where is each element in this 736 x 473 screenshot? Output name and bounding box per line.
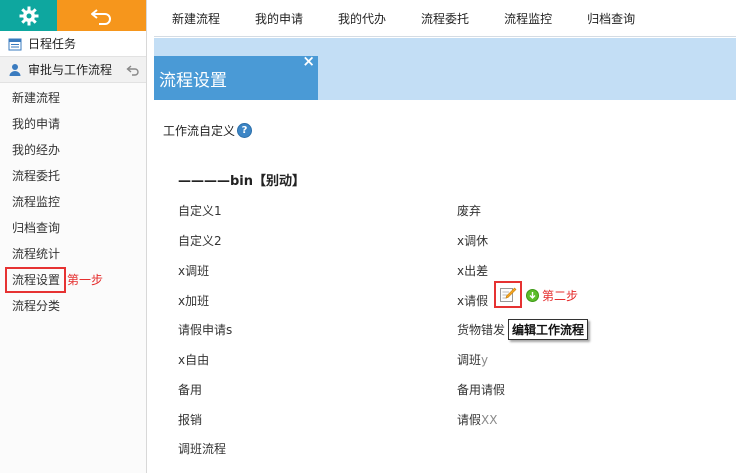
nav-archive[interactable]: 归档查询 (587, 10, 635, 27)
nav-monitor[interactable]: 流程监控 (504, 10, 552, 27)
main-content: 工作流自定义 ? ————bin【别动】 自定义1 自定义2 x调班 x加班 请… (154, 100, 736, 473)
workflow-item-label: 调班 (457, 353, 482, 367)
sidebar-section-schedule[interactable]: 日程任务 (0, 31, 146, 57)
settings-button[interactable] (0, 0, 57, 31)
workflow-item-suffix: XX (481, 413, 498, 427)
workflow-item[interactable]: 自定义1 (178, 202, 222, 219)
top-nav: 新建流程 我的申请 我的代办 流程委托 流程监控 归档查询 (154, 0, 736, 37)
nav-my-applications[interactable]: 我的申请 (255, 10, 303, 27)
workflow-item-label: x出差 (457, 264, 489, 278)
tab-title: 流程设置 (159, 71, 227, 91)
sidebar-item-label: 我的经办 (12, 143, 61, 157)
sidebar-item-settings[interactable]: 流程设置 第一步 (0, 267, 146, 293)
workflow-item[interactable]: x出差 (457, 262, 488, 279)
sidebar-item-label: 归档查询 (12, 221, 61, 235)
workflow-item[interactable]: 调班流程 (178, 440, 226, 457)
workflow-item-label: x请假 (457, 294, 489, 308)
nav-new-flow[interactable]: 新建流程 (172, 10, 220, 27)
edit-workflow-button[interactable] (494, 281, 522, 308)
user-workflow-icon (8, 63, 22, 77)
collapse-icon[interactable] (126, 64, 140, 76)
sidebar-item-label: 流程分类 (12, 299, 61, 313)
workflow-item[interactable]: x请假 (457, 292, 488, 309)
sidebar-item-archive[interactable]: 归档查询 (0, 215, 146, 241)
back-arrow-icon (90, 8, 111, 25)
workflow-item[interactable]: x调休 (457, 232, 488, 249)
sidebar-item-label: 流程监控 (12, 195, 61, 209)
green-arrow-icon (526, 289, 539, 302)
workflow-item-suffix: y (481, 353, 489, 367)
workflow-item[interactable]: x自由 (178, 351, 209, 368)
step2-annotation: 第二步 (526, 287, 578, 304)
sidebar-section-workflow[interactable]: 审批与工作流程 (0, 57, 146, 83)
nav-my-todo[interactable]: 我的代办 (338, 10, 386, 27)
workflow-item[interactable]: 废弃 (457, 202, 481, 219)
workflow-item-label: 备用请假 (457, 383, 506, 397)
sidebar-item-my-handled[interactable]: 我的经办 (0, 137, 146, 163)
workflow-item[interactable]: 备用请假 (457, 381, 505, 398)
sidebar-section-label: 日程任务 (28, 37, 77, 51)
workflow-item[interactable]: 货物错发 (457, 321, 505, 338)
workflow-item[interactable]: 自定义2 (178, 232, 222, 249)
sidebar: 日程任务 审批与工作流程 新建流程 我的申请 我的经办 流程委托 流程监控 归档… (0, 0, 147, 473)
sidebar-item-delegation[interactable]: 流程委托 (0, 163, 146, 189)
sidebar-item-new-flow[interactable]: 新建流程 (0, 85, 146, 111)
sidebar-item-label: 我的申请 (12, 117, 61, 131)
close-icon[interactable]: × (302, 52, 315, 70)
workflow-item-label: x调休 (457, 234, 489, 248)
workflow-item[interactable]: x加班 (178, 292, 209, 309)
workflow-item[interactable]: 调班y (457, 351, 488, 368)
sidebar-item-my-applications[interactable]: 我的申请 (0, 111, 146, 137)
edit-tooltip: 编辑工作流程 (508, 319, 589, 340)
calendar-icon (8, 37, 22, 51)
sidebar-item-label: 新建流程 (12, 91, 61, 105)
tab-flow-settings[interactable]: 流程设置 × (154, 52, 318, 100)
sidebar-item-label: 流程委托 (12, 169, 61, 183)
workflow-group-title: ————bin【别动】 (178, 174, 306, 189)
workflow-item-label: 货物错发 (457, 323, 506, 337)
gear-icon (19, 6, 38, 25)
workflow-item-label: 请假 (457, 413, 482, 427)
panel-header-band: 流程设置 × (154, 38, 736, 100)
nav-delegation[interactable]: 流程委托 (421, 10, 469, 27)
workflow-item[interactable]: 请假申请s (178, 321, 232, 338)
edit-icon (500, 287, 517, 302)
workflow-item[interactable]: 备用 (178, 381, 202, 398)
sidebar-item-monitor[interactable]: 流程监控 (0, 189, 146, 215)
sidebar-item-categories[interactable]: 流程分类 (0, 293, 146, 319)
help-icon[interactable]: ? (237, 123, 253, 138)
back-button[interactable] (57, 0, 146, 31)
sidebar-section-label: 审批与工作流程 (28, 63, 113, 77)
workflow-item[interactable]: 请假XX (457, 411, 497, 428)
workflow-item[interactable]: x调班 (178, 262, 209, 279)
step1-annotation: 第一步 (67, 273, 104, 287)
workflow-item-label: 废弃 (457, 204, 482, 218)
workflow-item[interactable]: 报销 (178, 411, 202, 428)
step2-label: 第二步 (542, 289, 579, 303)
section-title: 工作流自定义 (163, 124, 236, 138)
highlight-box (5, 267, 66, 293)
sidebar-item-label: 流程统计 (12, 247, 61, 261)
sidebar-menu: 新建流程 我的申请 我的经办 流程委托 流程监控 归档查询 流程统计 流程设置 … (0, 83, 146, 319)
sidebar-top-bar (0, 0, 146, 31)
workflow-custom-header: 工作流自定义 ? (163, 122, 253, 139)
sidebar-item-statistics[interactable]: 流程统计 (0, 241, 146, 267)
